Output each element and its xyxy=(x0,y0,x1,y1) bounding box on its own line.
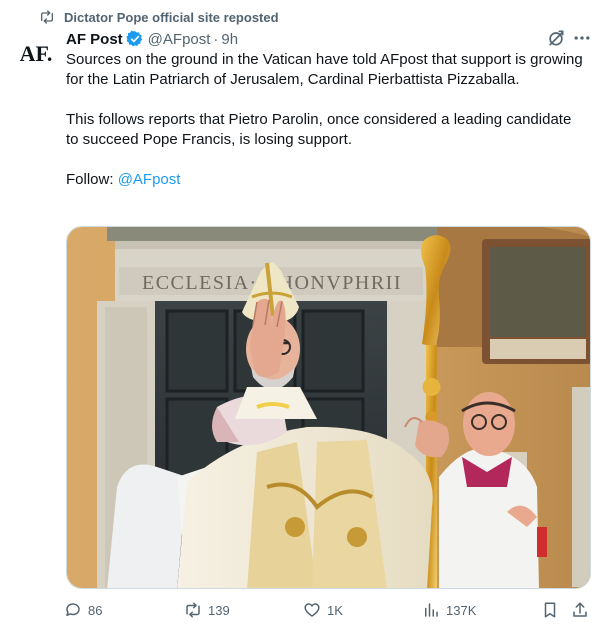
reply-button[interactable]: 86 xyxy=(64,596,102,624)
repost-count: 139 xyxy=(208,602,230,618)
photo-illustration: ECCLESIA·S·HONVPHRII xyxy=(67,227,590,588)
mention-link[interactable]: @AFpost xyxy=(118,171,181,188)
bookmark-icon xyxy=(544,602,556,618)
repost-context[interactable]: Dictator Pope official site reposted xyxy=(39,7,279,27)
tweet-text: Sources on the ground in the Vatican hav… xyxy=(66,50,586,190)
bookmark-button[interactable] xyxy=(541,596,559,624)
tweet-photo[interactable]: ECCLESIA·S·HONVPHRII xyxy=(66,226,591,589)
repost-icon xyxy=(41,10,53,24)
tweet-follow-line: Follow: @AFpost xyxy=(66,170,586,190)
views-button[interactable]: 137K xyxy=(422,596,476,624)
separator: · xyxy=(213,30,219,48)
tweet-paragraph-1: Sources on the ground in the Vatican hav… xyxy=(66,51,583,88)
action-bar: 86 139 1K 137K xyxy=(60,596,595,624)
share-button[interactable] xyxy=(571,596,589,624)
author-handle[interactable]: @AFpost xyxy=(148,31,211,48)
follow-label: Follow: xyxy=(66,171,118,188)
share-icon xyxy=(573,602,587,617)
more-icon[interactable] xyxy=(572,28,592,48)
views-icon xyxy=(425,603,438,617)
tweet-header: AF Post @AFpost · 9h xyxy=(66,28,238,50)
tweet-paragraph-2: This follows reports that Pietro Parolin… xyxy=(66,111,572,148)
avatar-logo-text: AF. xyxy=(19,41,53,66)
grok-icon[interactable] xyxy=(546,28,566,48)
like-icon xyxy=(304,603,320,617)
repost-icon xyxy=(186,602,200,618)
repost-button[interactable]: 139 xyxy=(184,596,230,624)
tweet-time[interactable]: 9h xyxy=(221,31,238,48)
reply-count: 86 xyxy=(88,602,103,618)
author-name[interactable]: AF Post xyxy=(66,31,123,48)
verified-badge-icon[interactable] xyxy=(126,30,144,48)
repost-text: Dictator Pope official site reposted xyxy=(64,9,279,25)
like-count: 1K xyxy=(327,602,343,618)
reply-icon xyxy=(66,603,80,616)
views-count: 137K xyxy=(446,602,477,618)
avatar[interactable]: AF. xyxy=(16,34,56,74)
like-button[interactable]: 1K xyxy=(303,596,343,624)
